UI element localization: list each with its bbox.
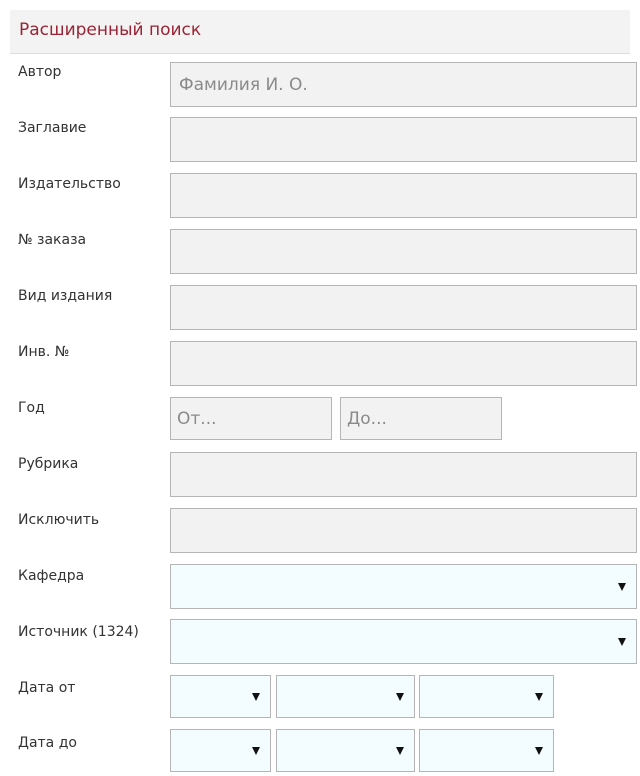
date-from-day-select[interactable] (170, 675, 271, 718)
department-select[interactable] (170, 564, 637, 609)
date-from-label: Дата от (18, 680, 76, 696)
panel-title: Расширенный поиск (19, 20, 202, 40)
chevron-down-icon (252, 746, 260, 755)
order-number-label: № заказа (18, 232, 87, 248)
panel-header: Расширенный поиск (10, 10, 630, 54)
date-to-month-select[interactable] (276, 729, 415, 772)
order-number-input[interactable] (170, 229, 637, 274)
department-label: Кафедра (18, 568, 85, 584)
rubric-label: Рубрика (18, 456, 79, 472)
date-to-year-select[interactable] (419, 729, 554, 772)
exclude-label: Исключить (18, 512, 100, 528)
chevron-down-icon (618, 582, 626, 591)
chevron-down-icon (396, 746, 404, 755)
rubric-input[interactable] (170, 452, 637, 497)
chevron-down-icon (618, 637, 626, 646)
chevron-down-icon (535, 746, 543, 755)
title-label: Заглавие (18, 120, 87, 136)
publication-type-input[interactable] (170, 285, 637, 330)
advanced-search-panel: Расширенный поиск Автор Заглавие Издател… (0, 0, 640, 776)
date-to-day-select[interactable] (170, 729, 271, 772)
chevron-down-icon (252, 692, 260, 701)
title-input[interactable] (170, 117, 637, 162)
chevron-down-icon (396, 692, 404, 701)
publisher-input[interactable] (170, 173, 637, 218)
inventory-number-label: Инв. № (18, 344, 70, 360)
publisher-label: Издательство (18, 176, 121, 192)
year-label: Год (18, 400, 45, 416)
date-to-label: Дата до (18, 735, 77, 751)
date-from-month-select[interactable] (276, 675, 415, 718)
inventory-number-input[interactable] (170, 341, 637, 386)
year-from-input[interactable] (170, 397, 332, 440)
date-from-year-select[interactable] (419, 675, 554, 718)
exclude-input[interactable] (170, 508, 637, 553)
publication-type-label: Вид издания (18, 288, 113, 304)
author-input[interactable] (170, 62, 637, 107)
author-label: Автор (18, 64, 62, 80)
year-to-input[interactable] (340, 397, 502, 440)
source-select[interactable] (170, 619, 637, 664)
chevron-down-icon (535, 692, 543, 701)
source-label: Источник (1324) (18, 624, 139, 640)
